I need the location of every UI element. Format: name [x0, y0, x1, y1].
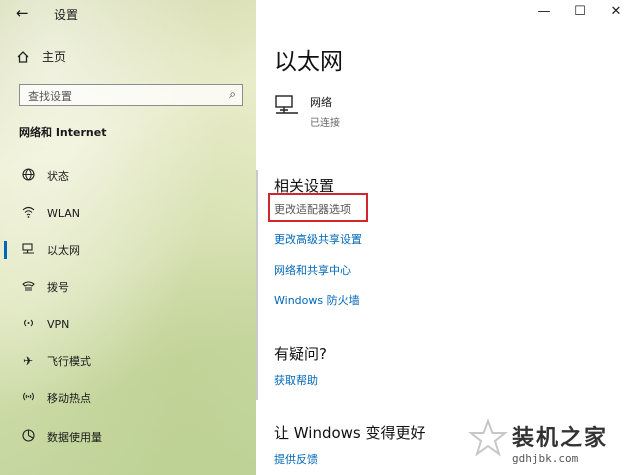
sidebar-item-wlan[interactable]: WLAN: [0, 199, 256, 227]
home-nav-item[interactable]: 主页: [16, 48, 66, 65]
minimize-button[interactable]: —: [532, 4, 556, 19]
watermark-url: gdhjbk.com: [512, 452, 579, 465]
sidebar-item-label: 拨号: [47, 281, 69, 294]
get-help-link[interactable]: 获取帮助: [274, 372, 318, 388]
give-feedback-link[interactable]: 提供反馈: [274, 451, 318, 467]
star-logo-icon: [468, 418, 508, 457]
page-title: 以太网: [274, 49, 343, 75]
sidebar-item-label: 飞行模式: [47, 355, 91, 368]
network-status: 已连接: [310, 118, 340, 129]
globe-icon: [17, 168, 39, 184]
app-title: 设置: [54, 8, 79, 22]
windows-firewall-link[interactable]: Windows 防火墙: [274, 292, 360, 308]
dialup-icon: [17, 280, 39, 295]
sidebar-item-label: 移动热点: [47, 392, 91, 405]
sidebar-item-hotspot[interactable]: 移动热点: [0, 384, 256, 412]
network-sharing-center-link[interactable]: 网络和共享中心: [274, 262, 351, 278]
home-label: 主页: [42, 50, 67, 64]
sidebar-item-label: 状态: [47, 170, 69, 183]
change-adapter-options-link[interactable]: 更改适配器选项: [274, 201, 351, 217]
sidebar-item-ethernet[interactable]: 以太网: [0, 236, 256, 264]
sidebar-item-data-usage[interactable]: 数据使用量: [0, 423, 256, 451]
sidebar-item-label: 以太网: [47, 244, 80, 257]
improve-windows-title: 让 Windows 变得更好: [274, 424, 426, 442]
ethernet-icon: [17, 242, 39, 258]
airplane-icon: ✈: [22, 354, 34, 368]
scrollbar[interactable]: [256, 170, 258, 400]
sidebar-item-label: WLAN: [47, 206, 81, 220]
ethernet-network-icon: [275, 95, 298, 114]
watermark-text: 装机之家: [512, 426, 609, 451]
search-input[interactable]: 查找设置 ⌕: [19, 84, 243, 106]
sidebar-item-dialup[interactable]: 拨号: [0, 273, 256, 301]
search-placeholder: 查找设置: [28, 90, 72, 103]
maximize-button[interactable]: ☐: [568, 4, 592, 19]
wifi-icon: [17, 206, 39, 221]
network-name: 网络: [310, 96, 332, 109]
close-button[interactable]: ✕: [604, 4, 628, 19]
sidebar-item-vpn[interactable]: VPN: [0, 310, 256, 338]
advanced-sharing-link[interactable]: 更改高级共享设置: [274, 231, 362, 247]
network-status-item[interactable]: 网络 已连接: [274, 94, 340, 129]
sidebar-item-status[interactable]: 状态: [0, 162, 256, 190]
back-button[interactable]: ←: [16, 4, 34, 22]
watermark: 装机之家 gdhjbk.com: [468, 412, 640, 475]
main-pane: — ☐ ✕ 以太网 网络 已连接 相关设置 更改适配器选项 更改高级共享设置 网…: [256, 0, 640, 475]
hotspot-icon: [17, 390, 39, 406]
sidebar: ← 设置 主页 查找设置 ⌕ 网络和 Internet 状态 WLAN 以太网 …: [0, 0, 256, 475]
data-usage-icon: [17, 429, 39, 445]
vpn-icon: [17, 317, 39, 332]
section-title: 网络和 Internet: [19, 126, 107, 139]
home-icon: [17, 50, 29, 63]
question-title: 有疑问?: [274, 345, 327, 363]
search-icon[interactable]: ⌕: [229, 87, 236, 102]
sidebar-item-label: VPN: [47, 317, 70, 331]
sidebar-item-airplane[interactable]: ✈ 飞行模式: [0, 347, 256, 375]
sidebar-item-label: 数据使用量: [47, 431, 102, 444]
